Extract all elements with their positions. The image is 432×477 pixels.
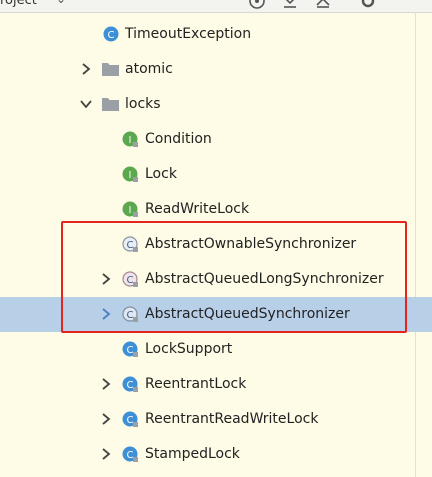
chevron-right-icon[interactable] (99, 412, 113, 426)
svg-text:C: C (127, 345, 134, 356)
class-icon: C (122, 376, 138, 392)
tree-item-label: atomic (125, 61, 173, 77)
project-toolbar: roject ⌄ (0, 0, 432, 13)
tree-item-label: AbstractOwnableSynchronizer (145, 236, 357, 252)
collapse-all-icon[interactable] (280, 0, 300, 11)
abstract-class-icon: C (122, 306, 138, 322)
tree-item-label: LockSupport (145, 341, 233, 357)
tree-item-abstractqueuedsynchronizer[interactable]: C AbstractQueuedSynchronizer (0, 297, 432, 332)
minimize-icon[interactable] (390, 0, 410, 11)
svg-text:I: I (129, 205, 132, 216)
class-icon: C (122, 411, 138, 427)
tree-item-label: ReentrantReadWriteLock (145, 411, 319, 427)
interface-icon: I (122, 166, 138, 182)
tree-item-atomic[interactable]: atomic (0, 52, 432, 87)
svg-text:C: C (127, 380, 134, 391)
project-view-title[interactable]: roject (0, 0, 37, 8)
crosshair-icon[interactable] (247, 0, 267, 11)
tree-item-locks[interactable]: locks (0, 87, 432, 122)
svg-text:I: I (129, 135, 132, 146)
tree-item-label: locks (125, 96, 161, 112)
svg-text:C: C (127, 240, 134, 251)
tree-item-label: AbstractQueuedSynchronizer (145, 306, 350, 322)
project-panel: roject ⌄ C TimeoutExcept (0, 0, 432, 477)
tree-item-label: TimeoutException (125, 26, 252, 42)
tree-item-abstractownablesynchronizer[interactable]: C AbstractOwnableSynchronizer (0, 227, 432, 262)
svg-text:C: C (108, 30, 115, 41)
folder-icon (102, 98, 119, 111)
expand-all-icon[interactable] (313, 0, 333, 11)
tree-item-readwritelock[interactable]: I ReadWriteLock (0, 192, 432, 227)
chevron-right-icon[interactable] (99, 307, 113, 321)
interface-icon: I (122, 131, 138, 147)
tree-item-stampedlock[interactable]: C StampedLock (0, 437, 432, 472)
tree-item-label: Lock (145, 166, 177, 182)
chevron-right-icon[interactable] (99, 272, 113, 286)
svg-text:C: C (127, 310, 134, 321)
svg-text:C: C (127, 415, 134, 426)
chevron-right-icon[interactable] (99, 377, 113, 391)
tree-item-label: ReadWriteLock (145, 201, 250, 217)
chevron-right-icon[interactable] (99, 447, 113, 461)
tree-item-lock[interactable]: I Lock (0, 157, 432, 192)
chevron-down-icon[interactable] (79, 97, 93, 111)
class-icon: C (103, 26, 119, 42)
interface-icon: I (122, 201, 138, 217)
chevron-down-icon[interactable]: ⌄ (56, 0, 66, 6)
class-icon: C (122, 446, 138, 462)
tree-item-timeoutexception[interactable]: C TimeoutException (0, 17, 432, 52)
tree-item-abstractqueuedlongsynchronizer[interactable]: C AbstractQueuedLongSynchronizer (0, 262, 432, 297)
tree-item-label: StampedLock (145, 446, 240, 462)
tree-item-locksupport[interactable]: C LockSupport (0, 332, 432, 367)
svg-text:C: C (127, 275, 134, 286)
svg-text:I: I (129, 170, 132, 181)
tree-item-reentrantlock[interactable]: C ReentrantLock (0, 367, 432, 402)
tree-item-condition[interactable]: I Condition (0, 122, 432, 157)
gear-icon[interactable] (358, 0, 378, 11)
class-icon: C (122, 341, 138, 357)
tree-item-reentrantreadwritelock[interactable]: C ReentrantReadWriteLock (0, 402, 432, 437)
folder-icon (102, 63, 119, 76)
chevron-right-icon[interactable] (79, 62, 93, 76)
tree-item-label: ReentrantLock (145, 376, 247, 392)
tree-item-label: AbstractQueuedLongSynchronizer (145, 271, 384, 287)
svg-text:C: C (127, 450, 134, 461)
abstract-class-icon: C (122, 271, 138, 287)
tree-item-label: Condition (145, 131, 212, 147)
abstract-class-icon: C (122, 236, 138, 252)
